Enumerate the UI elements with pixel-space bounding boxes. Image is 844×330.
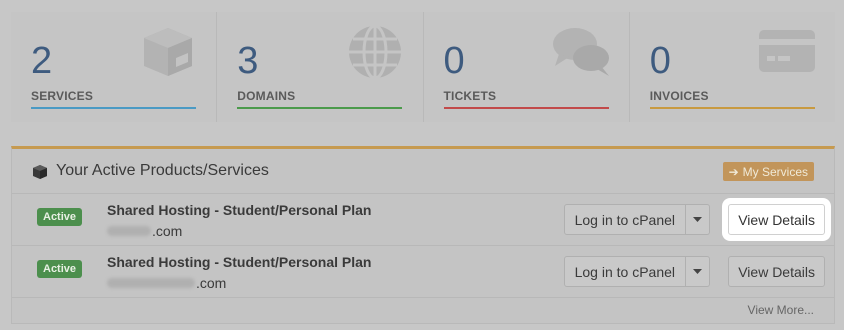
status-badge: Active xyxy=(37,260,83,278)
invoices-label: INVOICES xyxy=(649,89,709,103)
box-icon xyxy=(144,28,193,76)
cpanel-login-button[interactable]: Log in to cPanel xyxy=(563,256,686,287)
redacted-domain xyxy=(107,278,195,288)
view-details-button[interactable]: View Details xyxy=(728,204,825,235)
domain-suffix: .com xyxy=(152,223,183,239)
view-details-button[interactable]: View Details xyxy=(728,256,825,287)
product-row: Active Shared Hosting - Student/Personal… xyxy=(12,246,834,298)
cpanel-split-button: Log in to cPanel xyxy=(563,204,710,235)
tickets-bar xyxy=(443,107,609,109)
view-more-link[interactable]: View More... xyxy=(748,303,814,317)
caret-down-icon xyxy=(693,269,702,274)
arrow-right-icon: ➔ xyxy=(728,164,739,179)
product-domain[interactable]: .com xyxy=(107,223,182,239)
globe-icon xyxy=(348,24,401,80)
cpanel-split-button: Log in to cPanel xyxy=(563,256,710,287)
product-name[interactable]: Shared Hosting - Student/Personal Plan xyxy=(107,254,371,270)
product-row: Active Shared Hosting - Student/Personal… xyxy=(12,194,834,246)
tile-domains[interactable]: 3 DOMAINS xyxy=(217,12,424,122)
services-label: SERVICES xyxy=(31,89,94,103)
panel-title: Your Active Products/Services xyxy=(56,162,269,179)
status-badge: Active xyxy=(37,208,83,226)
cpanel-dropdown-toggle[interactable] xyxy=(686,256,710,287)
services-bar xyxy=(31,107,196,109)
cpanel-login-button[interactable]: Log in to cPanel xyxy=(563,204,686,235)
credit-card-icon xyxy=(759,30,815,72)
invoices-bar xyxy=(649,107,815,109)
redacted-domain xyxy=(107,226,151,236)
tile-invoices[interactable]: 0 INVOICES xyxy=(629,12,835,122)
product-name[interactable]: Shared Hosting - Student/Personal Plan xyxy=(107,202,371,218)
caret-down-icon xyxy=(693,217,702,222)
domains-count: 3 xyxy=(237,40,259,82)
my-services-button[interactable]: ➔ My Services xyxy=(722,162,814,181)
invoices-count: 0 xyxy=(649,40,671,82)
cpanel-dropdown-toggle[interactable] xyxy=(686,204,710,235)
panel-header: Your Active Products/Services ➔ My Servi… xyxy=(12,149,834,194)
stats-tiles: 2 SERVICES 3 DOMAINS 0 TICKETS 0 INVOICE… xyxy=(11,12,835,122)
domain-suffix: .com xyxy=(196,275,227,291)
services-count: 2 xyxy=(31,40,53,82)
tickets-count: 0 xyxy=(443,40,465,82)
my-services-label: My Services xyxy=(742,164,808,179)
tile-services[interactable]: 2 SERVICES xyxy=(11,12,218,122)
product-domain[interactable]: .com xyxy=(107,275,226,291)
domains-bar xyxy=(237,107,403,109)
chat-bubbles-icon xyxy=(552,28,609,76)
active-products-panel: Your Active Products/Services ➔ My Servi… xyxy=(11,146,835,324)
domains-label: DOMAINS xyxy=(237,89,296,103)
cube-icon xyxy=(33,165,47,179)
tickets-label: TICKETS xyxy=(443,89,497,103)
tile-tickets[interactable]: 0 TICKETS xyxy=(423,12,630,122)
